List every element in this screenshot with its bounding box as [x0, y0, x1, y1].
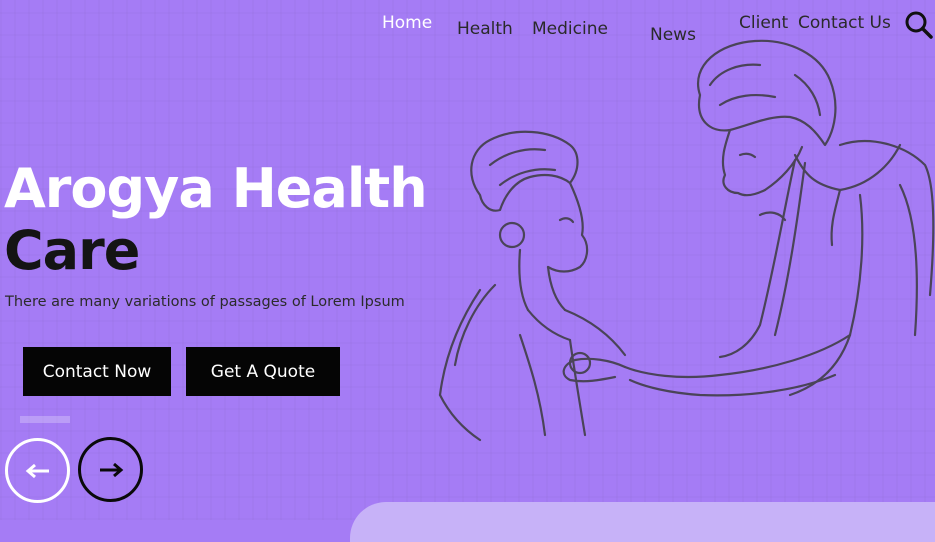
nav-client[interactable]: Client — [739, 13, 788, 33]
slider-prev-button[interactable] — [5, 438, 70, 503]
arrow-left-icon — [25, 463, 49, 478]
contact-now-button[interactable]: Contact Now — [23, 347, 171, 396]
hero-title-line1: Arogya Health — [4, 157, 428, 220]
bottom-panel — [350, 502, 935, 542]
doctor-examining-boy-illustration — [420, 35, 935, 475]
nav-home[interactable]: Home — [382, 13, 432, 33]
hero-title: Arogya Health Care — [4, 157, 428, 282]
decorative-bar — [20, 416, 70, 423]
slider-next-button[interactable] — [78, 437, 143, 502]
hero-title-line2: Care — [4, 219, 140, 282]
hero-subtitle: There are many variations of passages of… — [5, 294, 405, 310]
get-a-quote-button[interactable]: Get A Quote — [186, 347, 340, 396]
nav-contact-us[interactable]: Contact Us — [798, 13, 891, 33]
arrow-right-icon — [99, 462, 123, 477]
